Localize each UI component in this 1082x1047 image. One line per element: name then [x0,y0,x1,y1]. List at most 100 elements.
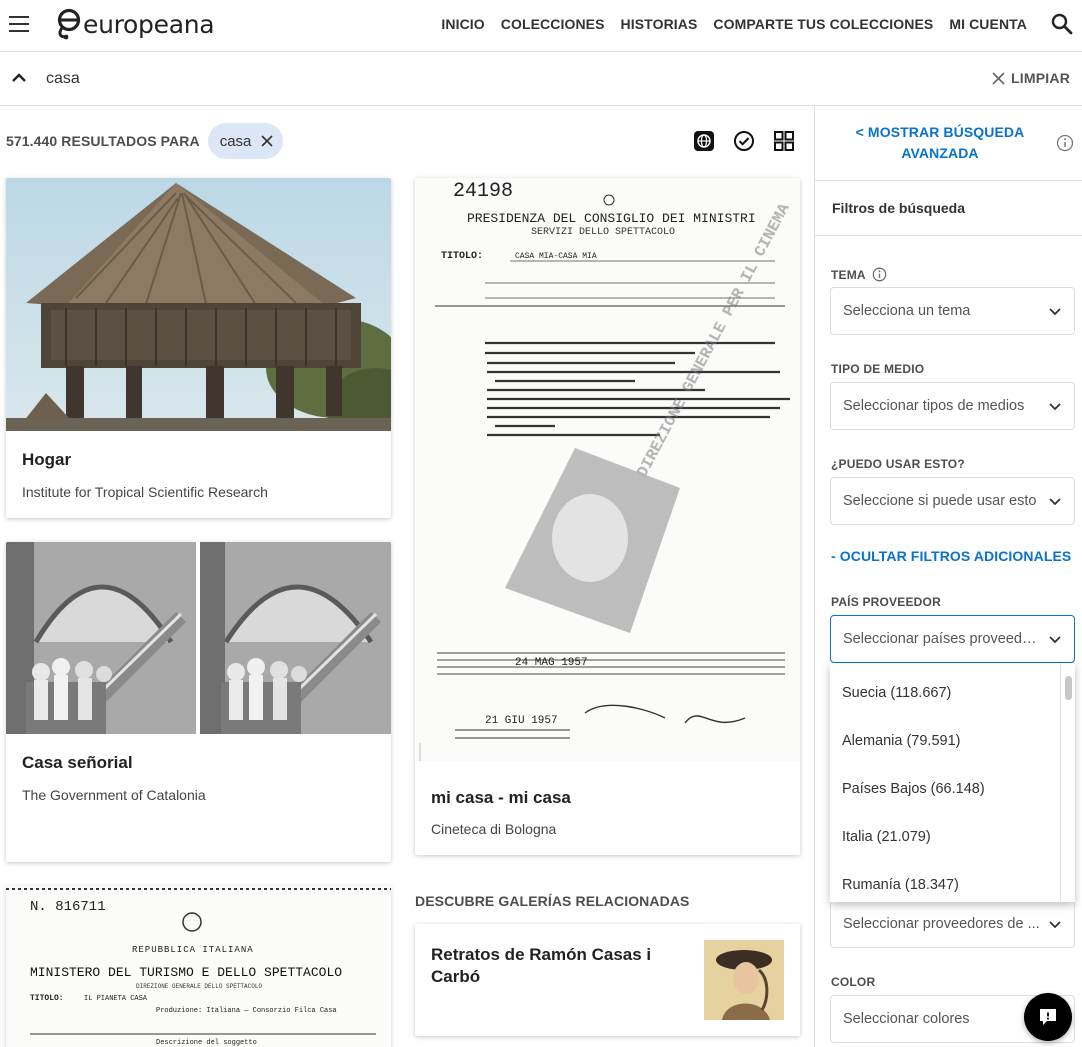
doc-ministry: MINISTERO DEL TURISMO E DELLO SPETTACOLO [30,965,342,980]
query-chip[interactable]: casa [207,123,284,159]
divider [815,180,1082,181]
color-label: COLOR [831,975,876,989]
pais-option[interactable]: Países Bajos (66.148) [842,781,985,797]
pais-label: PAÍS PROVEEDOR [831,595,941,609]
filters-sidebar: < MOSTRAR BÚSQUEDA AVANZADA Filtros de b… [814,106,1082,1047]
doc-production: Produzione: Italiana — Consorzio Filca C… [156,1007,337,1015]
grid-view-icon[interactable] [773,130,795,152]
chevron-down-icon [1049,498,1061,506]
europeana-logo-icon [57,8,81,40]
pais-option[interactable]: Rumanía (18.347) [842,877,959,893]
tema-label: TEMA [831,267,887,282]
uso-select-text: Seleccione si puede usar esto [843,493,1037,509]
nav-mi-cuenta[interactable]: MI CUENTA [949,16,1027,32]
uso-select[interactable]: Seleccione si puede usar esto [830,477,1075,525]
nav-historias[interactable]: HISTORIAS [621,16,698,32]
doc-titolo-label: TITOLO: [441,251,483,262]
brand-name: europeana [83,9,215,39]
advanced-line-1: < MOSTRAR BÚSQUEDA [855,124,1025,140]
doc-republic: REPUBBLICA ITALIANA [132,945,254,955]
chat-bubble-icon [1040,1009,1056,1025]
doc-date-2: 21 GIU 1957 [485,715,558,727]
result-card-hogar[interactable]: Hogar Institute for Tropical Scientific … [6,178,391,518]
medio-label: TIPO DE MEDIO [831,362,925,376]
card-provider: Cineteca di Bologna [431,821,557,837]
result-thumbnail-stereo [6,542,391,734]
medio-select-text: Seleccionar tipos de medios [843,398,1025,414]
pais-option[interactable]: Suecia (118.667) [842,685,951,701]
chevron-down-icon [1049,403,1061,411]
advanced-line-2: AVANZADA [901,145,979,161]
info-icon[interactable] [1056,134,1074,152]
doc-direzione: DIREZIONE GENERALE DELLO SPETTACOLO [136,983,262,990]
tema-select-text: Selecciona un tema [843,303,971,319]
chevron-up-icon[interactable] [10,69,28,87]
result-card-mi-casa[interactable]: 24198 PRESIDENZA DEL CONSIGLIO DEI MINIS… [415,178,800,855]
doc-titolo-value: IL PIANETA CASA [84,995,148,1003]
gallery-card-ramon-casas[interactable]: Retratos de Ramón Casas i Carbó [415,924,800,1036]
nav-comparte[interactable]: COMPARTE TUS COLECCIONES [713,16,933,32]
doc-number: 24198 [453,180,513,203]
card-title: Hogar [22,450,72,469]
divider [815,235,1082,236]
top-header: europeana INICIO COLECCIONES HISTORIAS C… [0,0,1082,52]
chat-button[interactable] [1024,993,1072,1041]
pais-option[interactable]: Italia (21.079) [842,829,931,845]
chip-label: casa [219,132,252,150]
filters-title: Filtros de búsqueda [832,200,966,216]
gallery-title: Retratos de Ramón Casas i Carbó [431,945,652,986]
proveedor-select[interactable]: Seleccionar proveedores de ... [830,900,1075,948]
chevron-down-icon [1049,636,1061,644]
results-count: 571.440 RESULTADOS PARA [6,133,200,149]
gallery-thumbnail [704,940,784,1020]
doc-heading: PRESIDENZA DEL CONSIGLIO DEI MINISTRI [467,211,756,226]
pais-dropdown-list: Suecia (118.667) Alemania (79.591) Paíse… [830,663,1075,902]
main-nav: INICIO COLECCIONES HISTORIAS COMPARTE TU… [441,16,1027,32]
related-galleries-label: DESCUBRE GALERÍAS RELACIONADAS [415,893,690,909]
europeana-logo[interactable]: europeana [55,8,215,40]
chevron-down-icon [1049,308,1061,316]
doc-number: N. 816711 [30,899,106,915]
view-toggles [693,130,795,152]
tema-label-text: TEMA [831,267,866,282]
result-thumbnail-document: N. 816711 REPUBBLICA ITALIANA MINISTERO … [6,886,391,1047]
doc-titolo-value: CASA MIA-CASA MIA [515,252,597,261]
pais-select-text: Seleccionar países proveedo... [843,631,1040,647]
result-thumbnail-document: 24198 PRESIDENZA DEL CONSIGLIO DEI MINIS… [415,178,800,761]
tema-info-icon[interactable] [872,267,887,282]
show-advanced-search-link[interactable]: < MOSTRAR BÚSQUEDA AVANZADA [845,122,1035,164]
clear-search-button[interactable]: LIMPIAR [992,70,1070,86]
hide-additional-filters-link[interactable]: - OCULTAR FILTROS ADICIONALES [831,548,1071,564]
results-header: 571.440 RESULTADOS PARA casa [6,123,284,159]
menu-icon[interactable] [9,16,29,34]
search-bar: LIMPIAR [0,52,1082,106]
search-input[interactable] [46,66,746,92]
globe-icon[interactable] [693,130,715,152]
chevron-down-icon [1049,921,1061,929]
dropdown-scrollbar-track [1060,663,1061,902]
medio-select[interactable]: Seleccionar tipos de medios [830,382,1075,430]
pais-select[interactable]: Seleccionar países proveedo... [830,615,1075,663]
result-card-pianeta-casa[interactable]: N. 816711 REPUBBLICA ITALIANA MINISTERO … [6,886,391,1047]
doc-subheading: SERVIZI DELLO SPETTACOLO [531,227,675,238]
search-icon[interactable] [1050,12,1074,36]
proveedor-select-text: Seleccionar proveedores de ... [843,916,1040,932]
close-icon [992,71,1005,85]
doc-date-1: 24 MAG 1957 [515,657,588,669]
clear-label: LIMPIAR [1011,70,1070,86]
doc-description: Descrizione del soggetto [156,1039,257,1047]
card-provider: Institute for Tropical Scientific Resear… [22,484,268,500]
check-circle-icon[interactable] [733,130,755,152]
card-provider: The Government of Catalonia [22,787,206,803]
nav-inicio[interactable]: INICIO [441,16,484,32]
pais-option[interactable]: Alemania (79.591) [842,733,961,749]
card-title: Casa señorial [22,753,133,772]
nav-colecciones[interactable]: COLECCIONES [501,16,605,32]
card-title: mi casa - mi casa [431,788,571,807]
result-card-casa-senorial[interactable]: Casa señorial The Government of Cataloni… [6,542,391,862]
dropdown-scrollbar-thumb[interactable] [1065,676,1072,700]
chip-close-icon[interactable] [261,135,273,147]
doc-titolo-label: TITOLO: [30,994,64,1003]
tema-select[interactable]: Selecciona un tema [830,287,1075,335]
uso-label: ¿PUEDO USAR ESTO? [831,457,965,471]
